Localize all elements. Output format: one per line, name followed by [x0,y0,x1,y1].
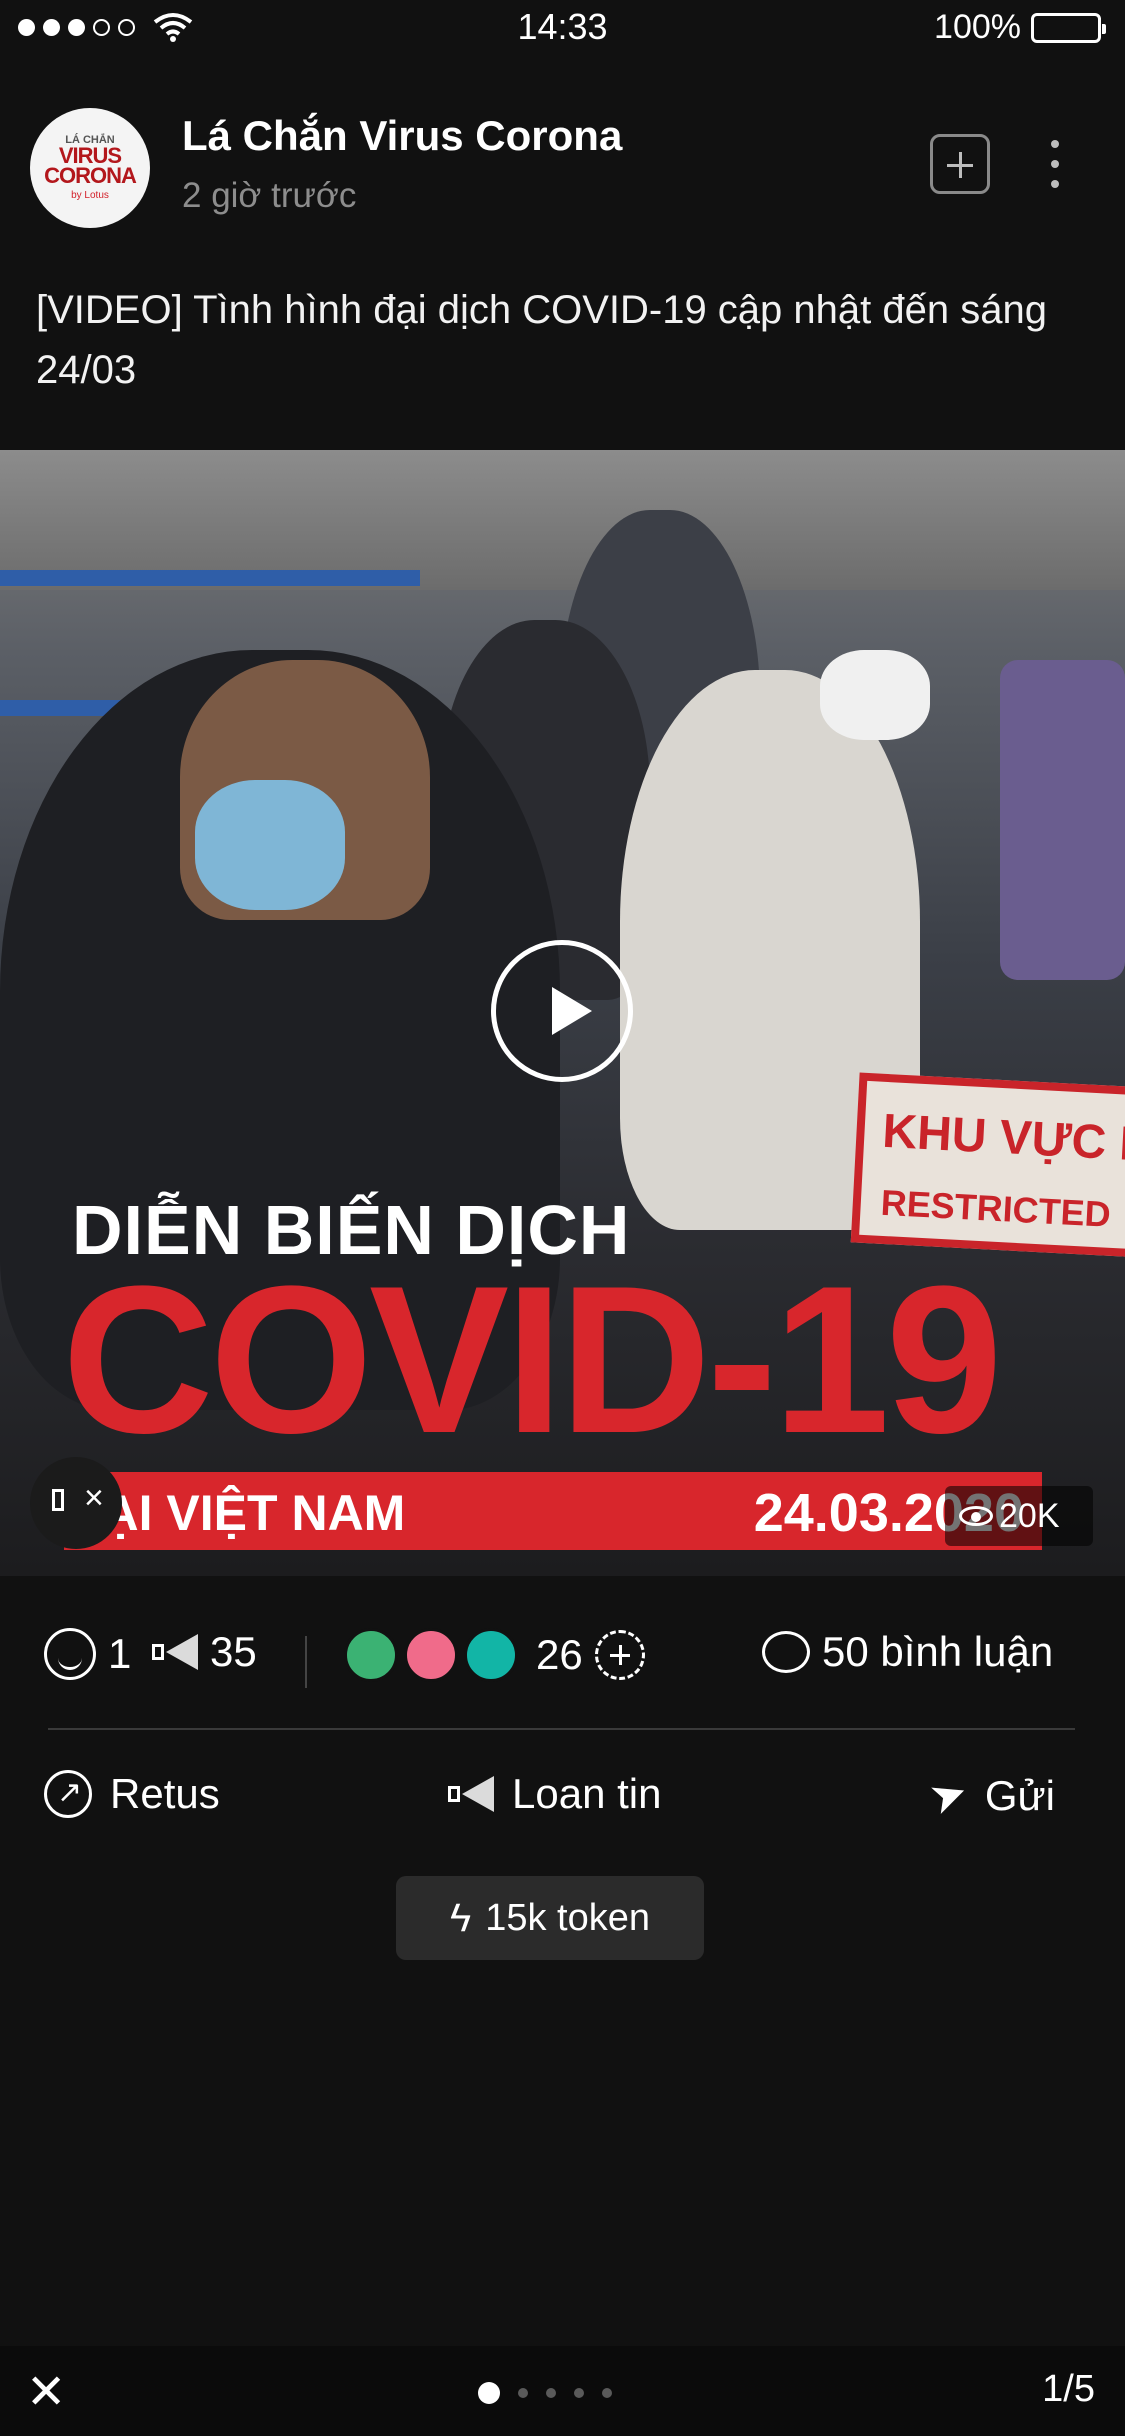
post-time: 2 giờ trước [182,176,357,215]
post-caption: [VIDEO] Tình hình đại dịch COVID-19 cập … [36,288,1047,392]
battery-status: 100% [934,8,1106,47]
token-button[interactable]: ϟ 15k token [396,1876,704,1960]
video-player[interactable]: KHU VỰC HẠ RESTRICTED DIỄN BIẾN DỊCH COV… [0,450,1125,1576]
restricted-sign: KHU VỰC HẠ RESTRICTED [850,1072,1125,1258]
page-dot[interactable] [518,2388,528,2398]
seat [1000,660,1125,980]
author-name[interactable]: Lá Chắn Virus Corona [182,112,622,160]
emoji-badge-icon [464,1628,518,1682]
face-mask [195,780,345,910]
page-dot[interactable] [574,2388,584,2398]
loan-tin-label: Loan tin [512,1770,662,1817]
add-button[interactable] [930,134,990,194]
lotus-icon [404,1628,458,1682]
avatar[interactable]: LÁ CHẮN VIRUS CORONA by Lotus [30,108,150,228]
megaphone-icon [152,1634,198,1670]
add-reaction-icon[interactable] [594,1630,645,1680]
stats-row: 1 35 26 50 bình luận [0,1620,1125,1700]
page-dot[interactable] [478,2382,500,2404]
comment-icon [762,1631,810,1673]
status-bar: 14:33 100% [0,0,1125,62]
page-dots [478,2382,612,2404]
token-label: 15k token [485,1896,650,1939]
loan-tin-button[interactable]: Loan tin [448,1770,661,1818]
close-icon[interactable]: ✕ [26,2364,66,2420]
send-label: Gửi [984,1771,1055,1819]
view-count: 20K [945,1486,1093,1546]
megaphone-icon [448,1776,494,1812]
sign-text: KHU VỰC HẠ [881,1104,1125,1174]
stats-separator [305,1636,307,1688]
comments-button[interactable]: 50 bình luận [762,1628,1053,1676]
battery-icon [1031,12,1106,43]
battery-percent: 100% [934,8,1021,46]
video-ribbon: TẠI VIỆT NAM 24.03.2020 [64,1472,1042,1550]
share-stat[interactable]: 35 [152,1628,257,1676]
smiley-icon [44,1628,96,1680]
emoji-reactions[interactable]: 26 [344,1628,645,1682]
video-title: COVID-19 [62,1242,1003,1477]
face-mask [820,650,930,740]
eye-icon [959,1506,993,1526]
queue-barrier [0,570,420,586]
comment-count: 50 bình luận [822,1628,1054,1675]
reaction-button[interactable]: 1 [44,1628,131,1680]
page-dot[interactable] [546,2388,556,2398]
lightning-icon: ϟ [450,1895,472,1940]
send-icon: ➤ [922,1766,975,1825]
action-row: Retus Loan tin ➤ Gửi [0,1766,1125,1840]
sign-text: RESTRICTED [879,1181,1112,1235]
avatar-logo-by: by Lotus [71,190,109,201]
retus-label: Retus [110,1770,220,1817]
post-header: LÁ CHẮN VIRUS CORONA by Lotus Lá Chắn Vi… [0,100,1125,230]
avatar-logo-main: VIRUS CORONA [44,143,137,188]
view-count-value: 20K [999,1496,1060,1535]
play-button[interactable] [491,940,633,1082]
emoji-face-icon [344,1628,398,1682]
mute-x: × [84,1479,104,1517]
emoji-count: 26 [536,1631,583,1678]
divider [48,1728,1075,1730]
send-button[interactable]: ➤ Gửi [923,1766,1055,1825]
ribbon-location: TẠI VIỆT NAM [72,1485,406,1541]
bottom-bar: ✕ 1/5 [0,2346,1125,2436]
page-dot[interactable] [602,2388,612,2398]
reaction-count: 1 [108,1630,132,1677]
more-options-icon[interactable] [1045,136,1065,196]
retus-button[interactable]: Retus [44,1770,220,1818]
share-count: 35 [210,1628,257,1675]
background-wall [0,450,1125,590]
retus-icon [44,1770,92,1818]
page-indicator: 1/5 [1042,2368,1095,2410]
speaker-muted-icon [52,1489,64,1511]
mute-button[interactable]: × [30,1457,122,1549]
